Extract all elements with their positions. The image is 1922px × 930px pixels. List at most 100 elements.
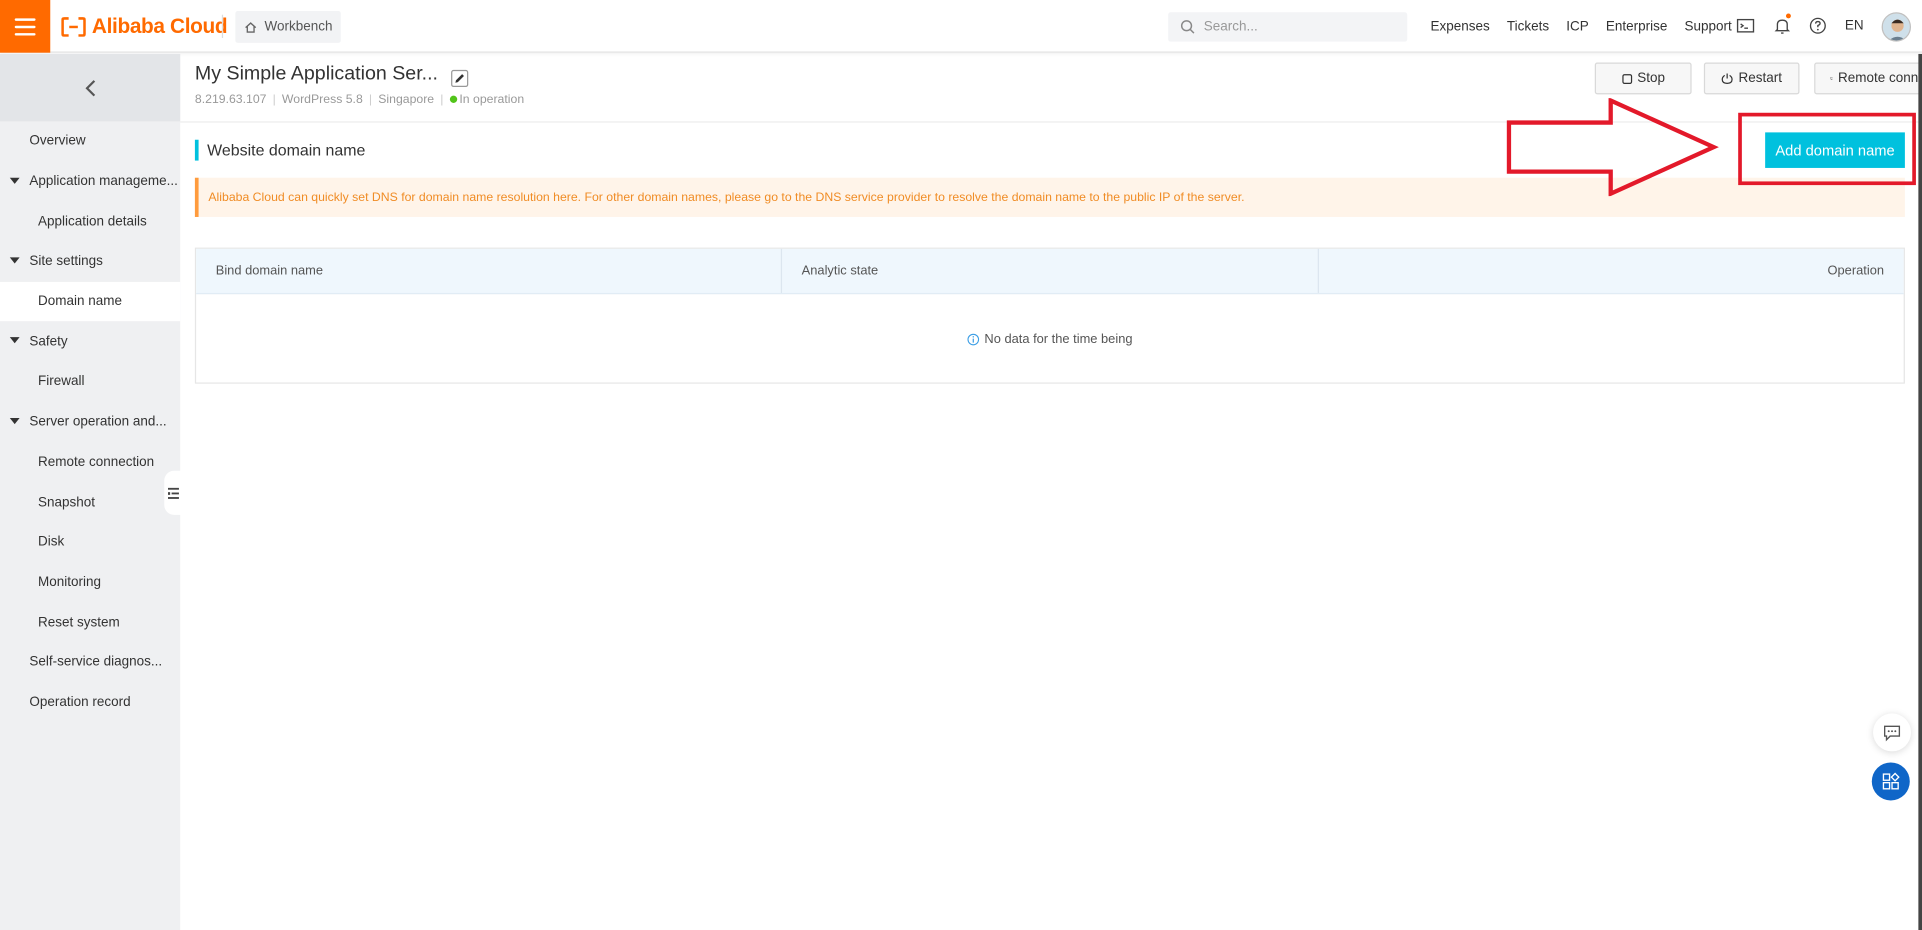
brand-name: Alibaba Cloud [91, 14, 228, 38]
sidebar: Overview Application manageme... Applica… [0, 53, 181, 930]
sidebar-item-server-operation[interactable]: Server operation and... [0, 402, 180, 442]
bell-icon[interactable] [1773, 16, 1793, 36]
meta-separator: | [272, 93, 276, 107]
sidebar-item-overview[interactable]: Overview [0, 121, 180, 161]
home-icon [244, 21, 256, 33]
sidebar-item-label: Self-service diagnos... [29, 654, 163, 670]
instance-ip: 8.219.63.107 [194, 93, 267, 107]
sidebar-item-label: Operation record [29, 694, 131, 710]
nav-support-link[interactable]: Support [1676, 19, 1740, 34]
sidebar-item-site-settings[interactable]: Site settings [0, 242, 180, 282]
sidebar-item-operation-record[interactable]: Operation record [0, 682, 180, 722]
dns-notice: Alibaba Cloud can quickly set DNS for do… [194, 177, 1905, 217]
app-widgets-button[interactable] [1871, 762, 1910, 801]
sidebar-item-application-management[interactable]: Application manageme... [0, 161, 180, 201]
window-edge [1918, 53, 1922, 930]
user-avatar-icon [1882, 13, 1910, 41]
nav-icp-link[interactable]: ICP [1558, 19, 1598, 34]
search-icon [1180, 20, 1195, 34]
nav-expenses-link[interactable]: Expenses [1422, 19, 1498, 34]
search-input[interactable] [1203, 19, 1388, 35]
sidebar-item-label: Safety [29, 334, 68, 350]
sidebar-menu: Overview Application manageme... Applica… [0, 121, 181, 722]
sidebar-item-safety[interactable]: Safety [0, 322, 180, 362]
sidebar-item-label: Server operation and... [29, 414, 167, 430]
grid-apps-icon [1882, 772, 1900, 790]
caret-down-icon [9, 257, 20, 264]
sidebar-item-monitoring[interactable]: Monitoring [0, 562, 180, 602]
column-bind-domain-name: Bind domain name [196, 248, 783, 293]
terminal-icon[interactable] [1736, 16, 1756, 36]
remote-connection-button[interactable]: Remote conne [1814, 62, 1922, 95]
language-switch[interactable]: EN [1845, 18, 1864, 33]
caret-down-icon [9, 417, 20, 424]
info-icon [967, 333, 980, 345]
alibaba-cloud-logo[interactable]: Alibaba Cloud [61, 13, 228, 40]
sidebar-item-reset-system[interactable]: Reset system [0, 602, 180, 642]
stop-button[interactable]: Stop [1594, 62, 1692, 95]
status-dot-icon [449, 95, 457, 103]
alibaba-cloud-logo-icon [61, 17, 86, 37]
empty-state-text: No data for the time being [984, 331, 1133, 347]
top-navigation-bar: Alibaba Cloud Workbench Expenses Tickets… [0, 0, 1922, 53]
stop-icon [1621, 73, 1632, 84]
sidebar-item-domain-name[interactable]: Domain name [0, 281, 181, 322]
help-icon[interactable] [1808, 16, 1828, 36]
sidebar-item-label: Application manageme... [29, 174, 178, 189]
empty-state: No data for the time being [196, 294, 1904, 383]
nav-tickets-link[interactable]: Tickets [1498, 19, 1557, 34]
caret-down-icon [9, 177, 20, 184]
instance-meta: 8.219.63.107 | WordPress 5.8 | Singapore… [195, 93, 524, 106]
meta-separator: | [440, 93, 444, 107]
workbench-label: Workbench [264, 19, 333, 35]
restart-button[interactable]: Restart [1703, 62, 1800, 95]
sidebar-item-label: Application details [37, 214, 147, 229]
top-nav-links: Expenses Tickets ICP Enterprise Support [1422, 0, 1740, 53]
sidebar-item-snapshot[interactable]: Snapshot [0, 482, 180, 522]
chat-icon [1883, 724, 1901, 741]
power-icon [1721, 73, 1733, 84]
sidebar-item-label: Monitoring [37, 574, 101, 590]
workbench-button[interactable]: Workbench [235, 11, 341, 43]
restart-label: Restart [1738, 71, 1782, 86]
sidebar-item-disk[interactable]: Disk [0, 522, 180, 562]
sidebar-item-label: Site settings [29, 254, 103, 269]
dns-notice-text: Alibaba Cloud can quickly set DNS for do… [208, 190, 1245, 205]
search-box[interactable] [1168, 12, 1408, 42]
stop-label: Stop [1637, 71, 1666, 86]
domain-table: Bind domain name Analytic state Operatio… [194, 247, 1905, 384]
meta-separator: | [368, 93, 373, 107]
instance-image: WordPress 5.8 [281, 93, 363, 107]
sidebar-item-label: Remote connection [37, 454, 155, 470]
sidebar-item-label: Disk [37, 534, 65, 550]
sidebar-item-label: Domain name [37, 294, 122, 310]
sidebar-item-self-service-diagnosis[interactable]: Self-service diagnos... [0, 642, 180, 682]
edit-name-button[interactable] [451, 69, 469, 88]
chevron-left-icon [84, 79, 95, 96]
sidebar-item-label: Overview [29, 134, 86, 149]
sidebar-item-label: Reset system [37, 614, 120, 630]
page-title: My Simple Application Ser... [194, 63, 438, 85]
add-domain-name-button[interactable]: Add domain name [1765, 132, 1905, 168]
notification-dot [1785, 13, 1791, 19]
sidebar-item-application-details[interactable]: Application details [0, 201, 180, 241]
instance-header: My Simple Application Ser... 8.219.63.10… [180, 54, 1922, 123]
status-text: In operation [459, 93, 525, 107]
sidebar-item-label: Firewall [37, 374, 85, 390]
user-avatar[interactable] [1881, 12, 1912, 42]
sidebar-item-label: Snapshot [37, 494, 95, 510]
status-badge: In operation [449, 93, 525, 107]
sidebar-collapse-handle[interactable] [164, 470, 182, 515]
section-title: Website domain name [194, 139, 365, 161]
sidebar-item-firewall[interactable]: Firewall [0, 362, 180, 402]
list-collapse-icon [167, 487, 179, 499]
column-operation: Operation [1827, 263, 1885, 279]
nav-enterprise-link[interactable]: Enterprise [1597, 19, 1676, 34]
back-button[interactable] [0, 53, 181, 122]
instance-region: Singapore [378, 93, 435, 107]
hamburger-menu-icon[interactable] [0, 0, 51, 53]
column-analytic-state: Analytic state [782, 248, 1319, 293]
sidebar-item-remote-connection[interactable]: Remote connection [0, 442, 180, 482]
table-header: Bind domain name Analytic state Operatio… [196, 248, 1904, 295]
feedback-chat-button[interactable] [1873, 713, 1912, 752]
